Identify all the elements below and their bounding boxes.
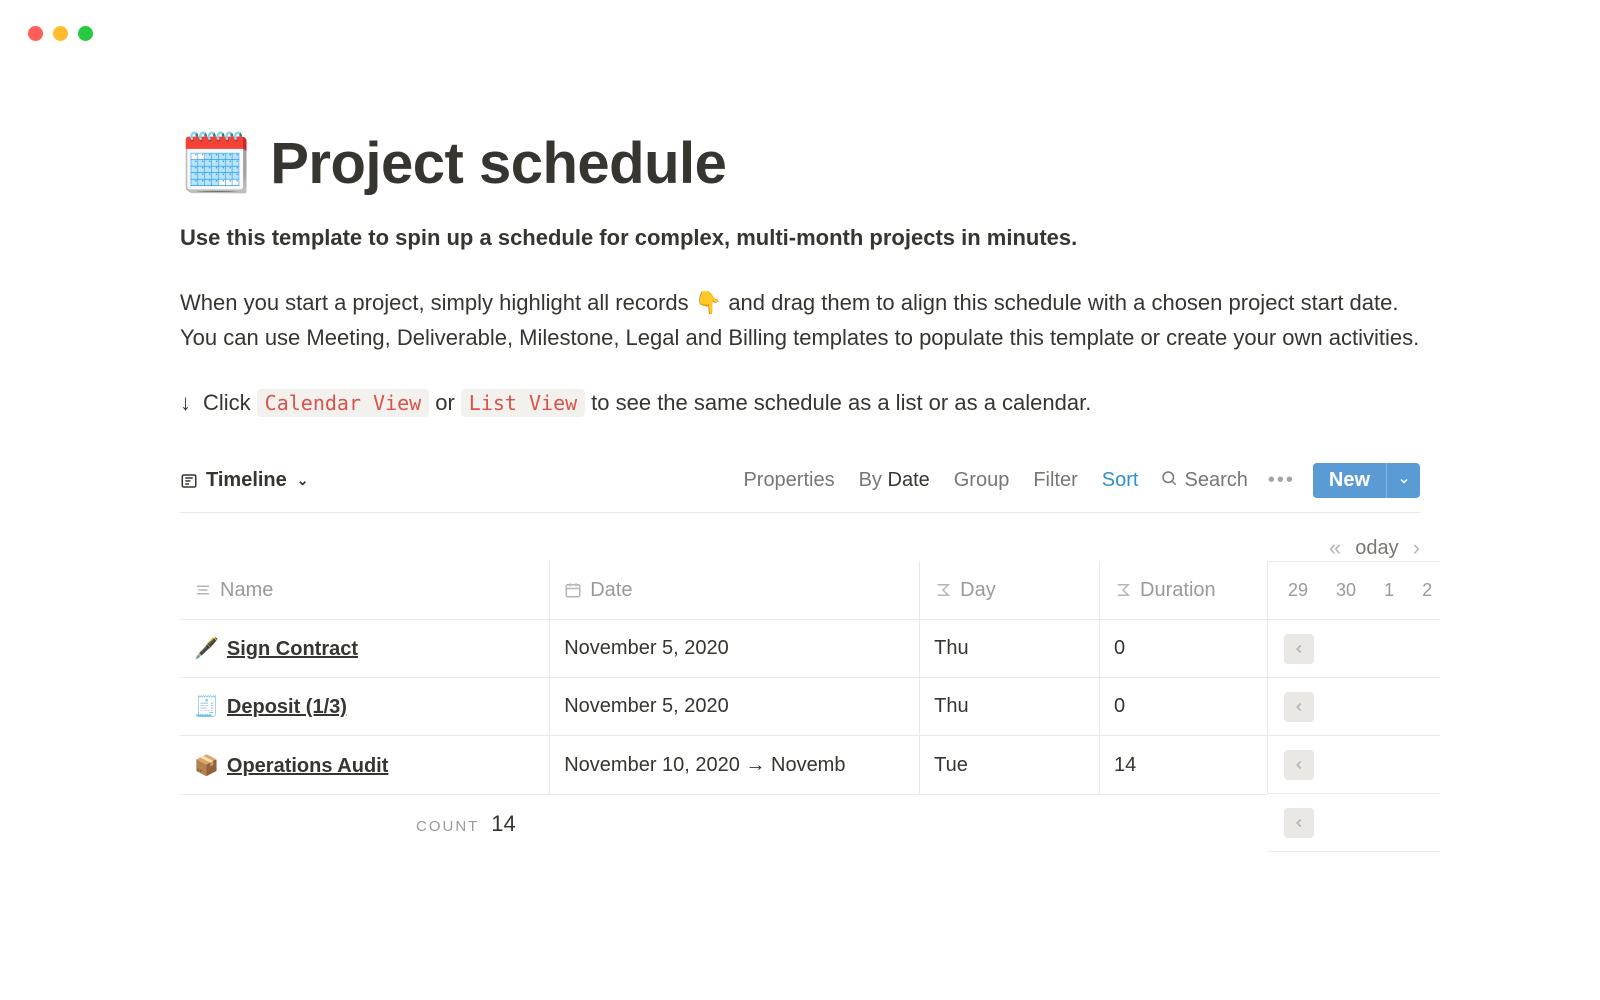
timeline-row[interactable] <box>1268 736 1440 794</box>
page-description[interactable]: When you start a project, simply highlig… <box>180 285 1420 355</box>
calendar-view-chip[interactable]: Calendar View <box>257 389 430 417</box>
database-toolbar: Timeline ⌄ Properties By Date Group Filt… <box>180 463 1420 513</box>
column-duration[interactable]: Duration <box>1100 561 1268 619</box>
row-duration: 0 <box>1100 619 1268 677</box>
timeline-nav: « oday › <box>180 513 1420 561</box>
database-table: Name Date <box>180 561 1268 852</box>
timeline-bar-handle[interactable] <box>1284 634 1314 664</box>
column-name-label: Name <box>220 579 273 602</box>
today-button[interactable]: oday <box>1355 537 1398 560</box>
count-value: 14 <box>491 811 515 836</box>
point-down-icon: 👇 <box>695 290 722 315</box>
filter-button[interactable]: Filter <box>1021 465 1089 496</box>
package-icon: 📦 <box>194 755 219 777</box>
window-close-icon[interactable] <box>28 26 43 41</box>
row-duration: 0 <box>1100 678 1268 736</box>
list-view-chip[interactable]: List View <box>461 389 585 417</box>
hint-click: Click <box>203 390 251 416</box>
table-row[interactable]: 🧾 Deposit (1/3) November 5, 2020 Thu 0 <box>180 678 1268 736</box>
row-title[interactable]: Deposit (1/3) <box>227 696 347 718</box>
row-day: Tue <box>920 736 1100 794</box>
text-property-icon <box>194 581 212 599</box>
view-hint: ↓ Click Calendar View or List View to se… <box>180 389 1420 417</box>
timeline-icon <box>180 472 198 490</box>
group-button[interactable]: Group <box>942 465 1022 496</box>
timeline-bar-handle[interactable] <box>1284 750 1314 780</box>
row-date[interactable]: November 5, 2020 <box>550 678 920 736</box>
timeline-row[interactable] <box>1268 620 1440 678</box>
timeline-row[interactable] <box>1268 794 1440 852</box>
column-name[interactable]: Name <box>180 561 550 619</box>
receipt-icon: 🧾 <box>194 696 219 718</box>
by-field: Date <box>888 469 930 491</box>
new-dropdown[interactable] <box>1386 463 1420 498</box>
properties-button[interactable]: Properties <box>731 465 846 496</box>
arrow-down-icon: ↓ <box>180 390 191 416</box>
view-switcher[interactable]: Timeline ⌄ <box>180 469 309 492</box>
calendar-icon <box>564 581 582 599</box>
column-date[interactable]: Date <box>550 561 920 619</box>
page-title[interactable]: Project schedule <box>270 130 726 197</box>
row-date[interactable]: November 10, 2020 → Novemb <box>550 736 920 794</box>
hint-tail: to see the same schedule as a list or as… <box>591 390 1091 416</box>
new-label: New <box>1313 463 1386 498</box>
timeline-bar-handle[interactable] <box>1284 808 1314 838</box>
database-body: Name Date <box>180 561 1420 852</box>
page-subtitle[interactable]: Use this template to spin up a schedule … <box>180 225 1420 251</box>
timeline-day[interactable]: 2 <box>1422 580 1432 601</box>
desc-pre: When you start a project, simply highlig… <box>180 290 695 315</box>
view-label: Timeline <box>206 469 287 492</box>
formula-icon <box>1114 581 1132 599</box>
column-day-label: Day <box>960 579 996 602</box>
window-maximize-icon[interactable] <box>78 26 93 41</box>
hint-or: or <box>435 390 455 416</box>
row-duration: 14 <box>1100 736 1268 794</box>
timeline-bar-handle[interactable] <box>1284 692 1314 722</box>
new-button[interactable]: New <box>1313 463 1420 498</box>
formula-icon <box>934 581 952 599</box>
table-row[interactable]: 📦 Operations Audit November 10, 2020 → No… <box>180 736 1268 794</box>
prev-page-button[interactable]: « <box>1329 535 1341 561</box>
count-label: COUNT <box>416 818 479 835</box>
timeline-day[interactable]: 1 <box>1384 580 1394 601</box>
window-minimize-icon[interactable] <box>53 26 68 41</box>
timeline-day[interactable]: 29 <box>1288 580 1308 601</box>
row-day: Thu <box>920 619 1100 677</box>
column-date-label: Date <box>590 579 632 602</box>
timeline-row[interactable] <box>1268 678 1440 736</box>
page-body: 🗓️ Project schedule Use this template to… <box>0 0 1600 852</box>
row-day: Thu <box>920 678 1100 736</box>
by-label: By <box>859 469 882 491</box>
page-icon[interactable]: 🗓️ <box>180 135 252 193</box>
search-icon <box>1160 469 1178 493</box>
timeline-day[interactable]: 30 <box>1336 580 1356 601</box>
next-page-button[interactable]: › <box>1413 535 1420 561</box>
chevron-down-icon: ⌄ <box>297 472 309 489</box>
table-header-row: Name Date <box>180 561 1268 619</box>
column-duration-label: Duration <box>1140 579 1216 602</box>
column-day[interactable]: Day <box>920 561 1100 619</box>
more-options-button[interactable]: ••• <box>1258 465 1305 496</box>
group-by-button[interactable]: By Date <box>847 465 942 496</box>
table-footer-row: COUNT 14 <box>180 794 1268 852</box>
timeline-panel[interactable]: 29 30 1 2 <box>1268 561 1440 852</box>
timeline-dates-header: 29 30 1 2 <box>1268 562 1440 620</box>
pen-icon: 🖋️ <box>194 638 219 660</box>
search-button[interactable]: Search <box>1150 465 1257 497</box>
window-controls <box>28 26 93 41</box>
search-label: Search <box>1184 469 1247 492</box>
row-date[interactable]: November 5, 2020 <box>550 619 920 677</box>
table-row[interactable]: 🖋️ Sign Contract November 5, 2020 Thu 0 <box>180 619 1268 677</box>
page-title-row: 🗓️ Project schedule <box>180 130 1420 197</box>
sort-button[interactable]: Sort <box>1090 465 1151 496</box>
row-title[interactable]: Operations Audit <box>227 755 388 777</box>
row-title[interactable]: Sign Contract <box>227 638 358 660</box>
